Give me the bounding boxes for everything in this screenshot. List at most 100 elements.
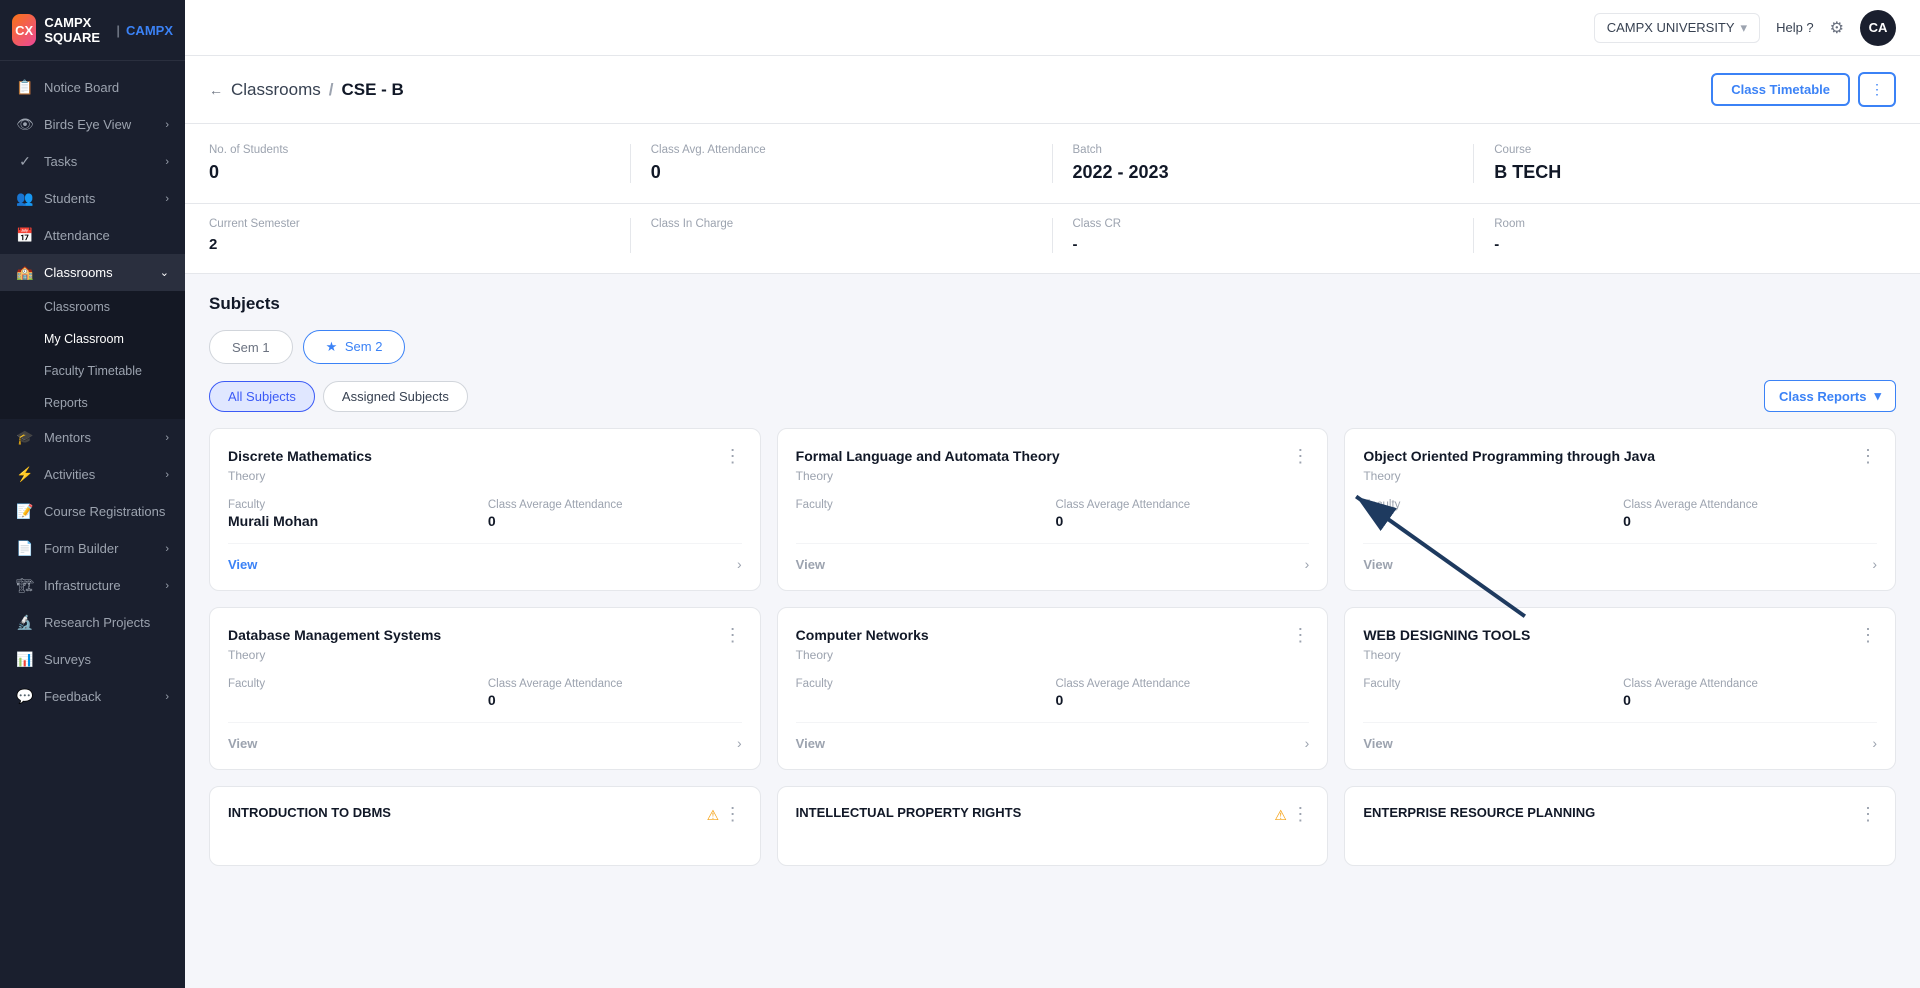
bottom-card-0: INTRODUCTION TO DBMS ⚠ ⋮ bbox=[209, 786, 761, 866]
stat-batch: Batch 2022 - 2023 bbox=[1053, 144, 1475, 183]
bottom-card-menu-0[interactable]: ⋮ bbox=[724, 804, 742, 824]
sidebar-item-label: Surveys bbox=[44, 652, 91, 667]
view-link-2[interactable]: View bbox=[1363, 557, 1392, 572]
attendance-label-4: Class Average Attendance bbox=[1055, 678, 1309, 690]
view-link-0[interactable]: View bbox=[228, 557, 257, 572]
breadcrumb-bar: ← Classrooms / CSE - B Class Timetable ⋮ bbox=[185, 56, 1920, 124]
sidebar-item-students[interactable]: 👥 Students › bbox=[0, 180, 185, 217]
stat-attendance-value: 0 bbox=[651, 162, 1032, 183]
sidebar-item-label: Feedback bbox=[44, 689, 101, 704]
university-name: CAMPX UNIVERSITY bbox=[1607, 20, 1735, 35]
attendance-label-5: Class Average Attendance bbox=[1623, 678, 1877, 690]
card-type-2: Theory bbox=[1363, 469, 1877, 483]
sidebar-item-surveys[interactable]: 📊 Surveys bbox=[0, 641, 185, 678]
stat-batch-value: 2022 - 2023 bbox=[1073, 162, 1454, 183]
attendance-value-0: 0 bbox=[488, 513, 742, 529]
card-menu-5[interactable]: ⋮ bbox=[1859, 626, 1877, 644]
filter-pills: All Subjects Assigned Subjects bbox=[209, 381, 468, 412]
help-button[interactable]: Help ? bbox=[1776, 20, 1814, 35]
logo-text: CAMPX SQUARE | CAMPX bbox=[44, 15, 173, 45]
research-icon: 🔬 bbox=[16, 614, 34, 631]
classrooms-submenu: Classrooms My Classroom Faculty Timetabl… bbox=[0, 291, 185, 419]
card-menu-4[interactable]: ⋮ bbox=[1291, 626, 1309, 644]
sidebar-item-reports[interactable]: Reports bbox=[0, 387, 185, 419]
faculty-label-0: Faculty bbox=[228, 499, 482, 511]
view-link-4[interactable]: View bbox=[796, 736, 825, 751]
attendance-label-3: Class Average Attendance bbox=[488, 678, 742, 690]
card-menu-0[interactable]: ⋮ bbox=[724, 447, 742, 465]
view-link-3[interactable]: View bbox=[228, 736, 257, 751]
sidebar-item-mentors[interactable]: 🎓 Mentors › bbox=[0, 419, 185, 456]
class-reports-button[interactable]: Class Reports ▾ bbox=[1764, 380, 1896, 412]
class-timetable-button[interactable]: Class Timetable bbox=[1711, 73, 1850, 106]
sidebar-item-label: Form Builder bbox=[44, 541, 118, 556]
sidebar-item-research-projects[interactable]: 🔬 Research Projects bbox=[0, 604, 185, 641]
stat-course: Course B TECH bbox=[1474, 144, 1896, 183]
chevron-right-icon: › bbox=[165, 156, 169, 168]
sidebar-item-activities[interactable]: ⚡ Activities › bbox=[0, 456, 185, 493]
sidebar-item-classrooms[interactable]: 🏫 Classrooms ⌄ bbox=[0, 254, 185, 291]
bottom-cards: INTRODUCTION TO DBMS ⚠ ⋮ INTELLECTUAL PR… bbox=[209, 786, 1896, 866]
card-menu-1[interactable]: ⋮ bbox=[1291, 447, 1309, 465]
stats-row-2: Current Semester 2 Class In Charge Class… bbox=[185, 204, 1920, 274]
sidebar-item-form-builder[interactable]: 📄 Form Builder › bbox=[0, 530, 185, 567]
bottom-card-menu-2[interactable]: ⋮ bbox=[1859, 804, 1877, 824]
sidebar-item-label: Classrooms bbox=[44, 265, 113, 280]
card-title-4: Computer Networks bbox=[796, 626, 1292, 644]
sidebar-item-course-registrations[interactable]: 📝 Course Registrations bbox=[0, 493, 185, 530]
sidebar-item-attendance[interactable]: 📅 Attendance bbox=[0, 217, 185, 254]
stat-semester-value: 2 bbox=[209, 236, 610, 253]
breadcrumb-parent[interactable]: Classrooms bbox=[231, 80, 321, 100]
view-chevron-icon-0: › bbox=[737, 556, 742, 572]
form-builder-icon: 📄 bbox=[16, 540, 34, 557]
filter-row: All Subjects Assigned Subjects Class Rep… bbox=[209, 380, 1896, 412]
more-options-button[interactable]: ⋮ bbox=[1858, 72, 1896, 107]
bottom-card-menu-1[interactable]: ⋮ bbox=[1291, 804, 1309, 824]
stat-semester-label: Current Semester bbox=[209, 218, 610, 230]
view-link-1[interactable]: View bbox=[796, 557, 825, 572]
sidebar-item-label: Mentors bbox=[44, 430, 91, 445]
sidebar-item-notice-board[interactable]: 📋 Notice Board bbox=[0, 69, 185, 106]
sidebar-item-label: Birds Eye View bbox=[44, 117, 131, 132]
sem1-tab[interactable]: Sem 1 bbox=[209, 330, 293, 364]
card-type-4: Theory bbox=[796, 648, 1310, 662]
classrooms-icon: 🏫 bbox=[16, 264, 34, 281]
bottom-card-title-0: INTRODUCTION TO DBMS bbox=[228, 805, 391, 820]
bottom-card-2: ENTERPRISE RESOURCE PLANNING ⋮ bbox=[1344, 786, 1896, 866]
all-subjects-filter[interactable]: All Subjects bbox=[209, 381, 315, 412]
attendance-value-4: 0 bbox=[1055, 692, 1309, 708]
subject-card-5: WEB DESIGNING TOOLS ⋮ Theory Faculty Cla… bbox=[1344, 607, 1896, 770]
card-title-1: Formal Language and Automata Theory bbox=[796, 447, 1292, 465]
sidebar-logo: CX CAMPX SQUARE | CAMPX bbox=[0, 0, 185, 61]
settings-icon[interactable]: ⚙ bbox=[1830, 18, 1844, 38]
view-link-5[interactable]: View bbox=[1363, 736, 1392, 751]
logo-icon: CX bbox=[12, 14, 36, 46]
sem2-tab[interactable]: ★ Sem 2 bbox=[303, 330, 406, 364]
card-menu-2[interactable]: ⋮ bbox=[1859, 447, 1877, 465]
sidebar-item-classrooms-sub[interactable]: Classrooms bbox=[0, 291, 185, 323]
sidebar-item-tasks[interactable]: ✓ Tasks › bbox=[0, 143, 185, 180]
card-menu-3[interactable]: ⋮ bbox=[724, 626, 742, 644]
sidebar-item-infrastructure[interactable]: 🏗 Infrastructure › bbox=[0, 567, 185, 604]
university-selector[interactable]: CAMPX UNIVERSITY ▾ bbox=[1594, 13, 1760, 43]
back-button[interactable]: ← bbox=[209, 82, 223, 98]
chevron-right-icon: › bbox=[165, 543, 169, 555]
chevron-right-icon: › bbox=[165, 580, 169, 592]
assigned-subjects-filter[interactable]: Assigned Subjects bbox=[323, 381, 468, 412]
sidebar-item-feedback[interactable]: 💬 Feedback › bbox=[0, 678, 185, 715]
subject-card-4: Computer Networks ⋮ Theory Faculty Class… bbox=[777, 607, 1329, 770]
chevron-right-icon: › bbox=[165, 193, 169, 205]
students-icon: 👥 bbox=[16, 190, 34, 207]
sidebar-item-my-classroom[interactable]: My Classroom bbox=[0, 323, 185, 355]
sidebar-item-birds-eye-view[interactable]: 👁 Birds Eye View › bbox=[0, 106, 185, 143]
attendance-label-1: Class Average Attendance bbox=[1055, 499, 1309, 511]
stat-room: Room - bbox=[1474, 218, 1896, 253]
card-title-2: Object Oriented Programming through Java bbox=[1363, 447, 1859, 465]
sidebar-item-faculty-timetable[interactable]: Faculty Timetable bbox=[0, 355, 185, 387]
sidebar-item-label: Infrastructure bbox=[44, 578, 121, 593]
stat-batch-label: Batch bbox=[1073, 144, 1454, 156]
card-title-3: Database Management Systems bbox=[228, 626, 724, 644]
sidebar-item-label: Tasks bbox=[44, 154, 77, 169]
view-chevron-icon-4: › bbox=[1305, 735, 1310, 751]
avatar[interactable]: CA bbox=[1860, 10, 1896, 46]
